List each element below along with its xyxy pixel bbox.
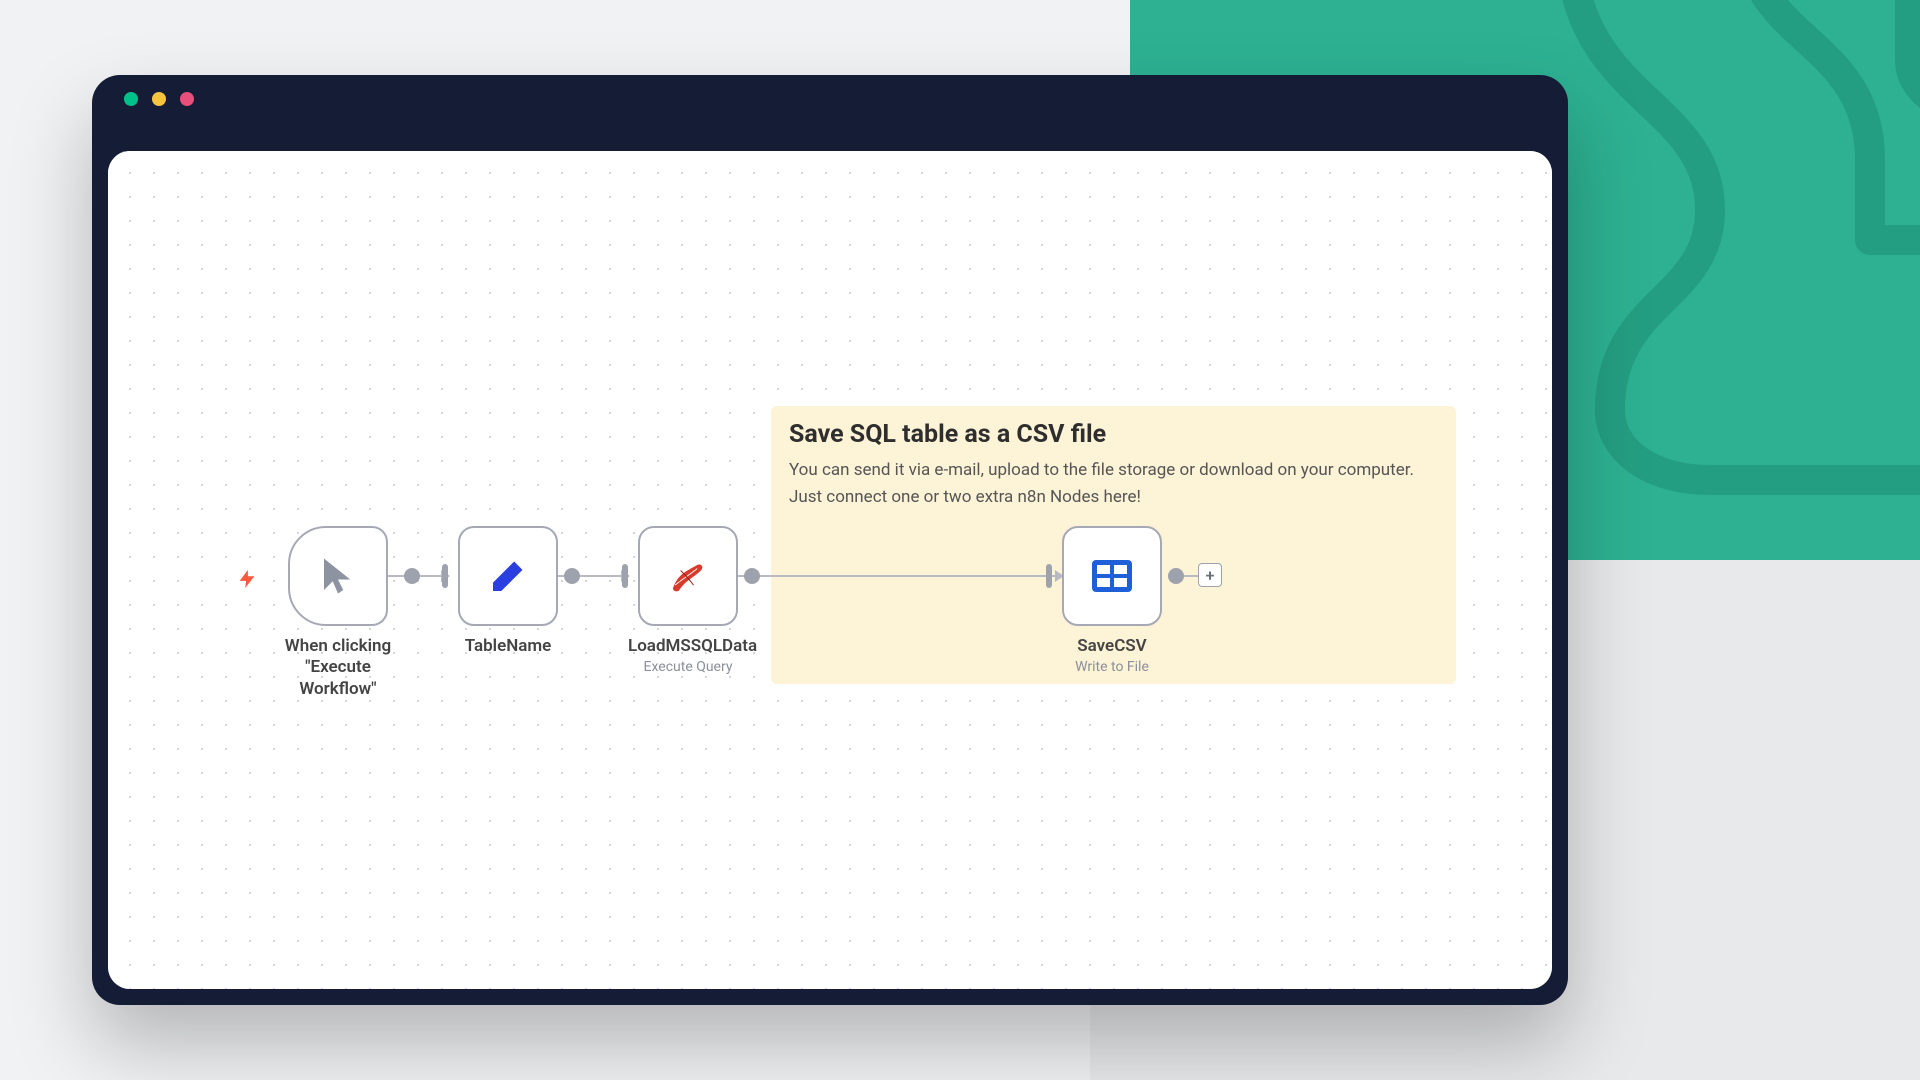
sticky-note-title: Save SQL table as a CSV file [789,420,1438,449]
node-tablename-port-in[interactable] [442,564,448,588]
node-tablename-port-out[interactable] [564,568,580,584]
node-loadmssqldata-port-in[interactable] [622,564,628,588]
window-control-minimize[interactable] [152,92,166,106]
node-savecsv-label: SaveCSV [1052,636,1172,657]
window-titlebar [92,75,1568,123]
spreadsheet-icon [1090,556,1134,596]
sticky-note-line1: You can send it via e-mail, upload to th… [789,457,1438,484]
node-savecsv-box[interactable] [1062,526,1162,626]
canvas-container: Save SQL table as a CSV file You can sen… [108,151,1552,989]
node-trigger-box[interactable] [288,526,388,626]
plus-icon: + [1206,566,1215,585]
node-loadmssqldata-port-out[interactable] [744,568,760,584]
node-trigger-port-out[interactable] [404,568,420,584]
mssql-icon [666,554,710,598]
node-savecsv-port-out[interactable] [1168,568,1184,584]
workflow-canvas[interactable]: Save SQL table as a CSV file You can sen… [108,151,1552,989]
node-loadmssqldata-sub: Execute Query [628,659,748,675]
node-savecsv-sub: Write to File [1052,659,1172,675]
node-loadmssqldata[interactable]: LoadMSSQLData Execute Query [628,526,748,675]
node-savecsv-port-in[interactable] [1046,564,1052,588]
node-loadmssqldata-box[interactable] [638,526,738,626]
add-node-button[interactable]: + [1198,563,1222,587]
window-control-close[interactable] [124,92,138,106]
node-tablename-label: TableName [448,636,568,657]
sticky-note-line2: Just connect one or two extra n8n Nodes … [789,484,1438,511]
node-trigger-label: When clicking "Execute Workflow" [268,636,408,700]
node-tablename[interactable]: TableName [448,526,568,657]
edge-loadmssql-to-savecsv[interactable] [738,575,1062,577]
node-trigger[interactable]: When clicking "Execute Workflow" [268,526,408,700]
window-control-zoom[interactable] [180,92,194,106]
node-tablename-box[interactable] [458,526,558,626]
cursor-icon [317,555,359,597]
node-savecsv[interactable]: SaveCSV Write to File [1052,526,1172,675]
node-loadmssqldata-label: LoadMSSQLData [628,636,748,657]
app-window: Save SQL table as a CSV file You can sen… [92,75,1568,1005]
lightning-icon [236,568,258,590]
pencil-icon [488,556,528,596]
